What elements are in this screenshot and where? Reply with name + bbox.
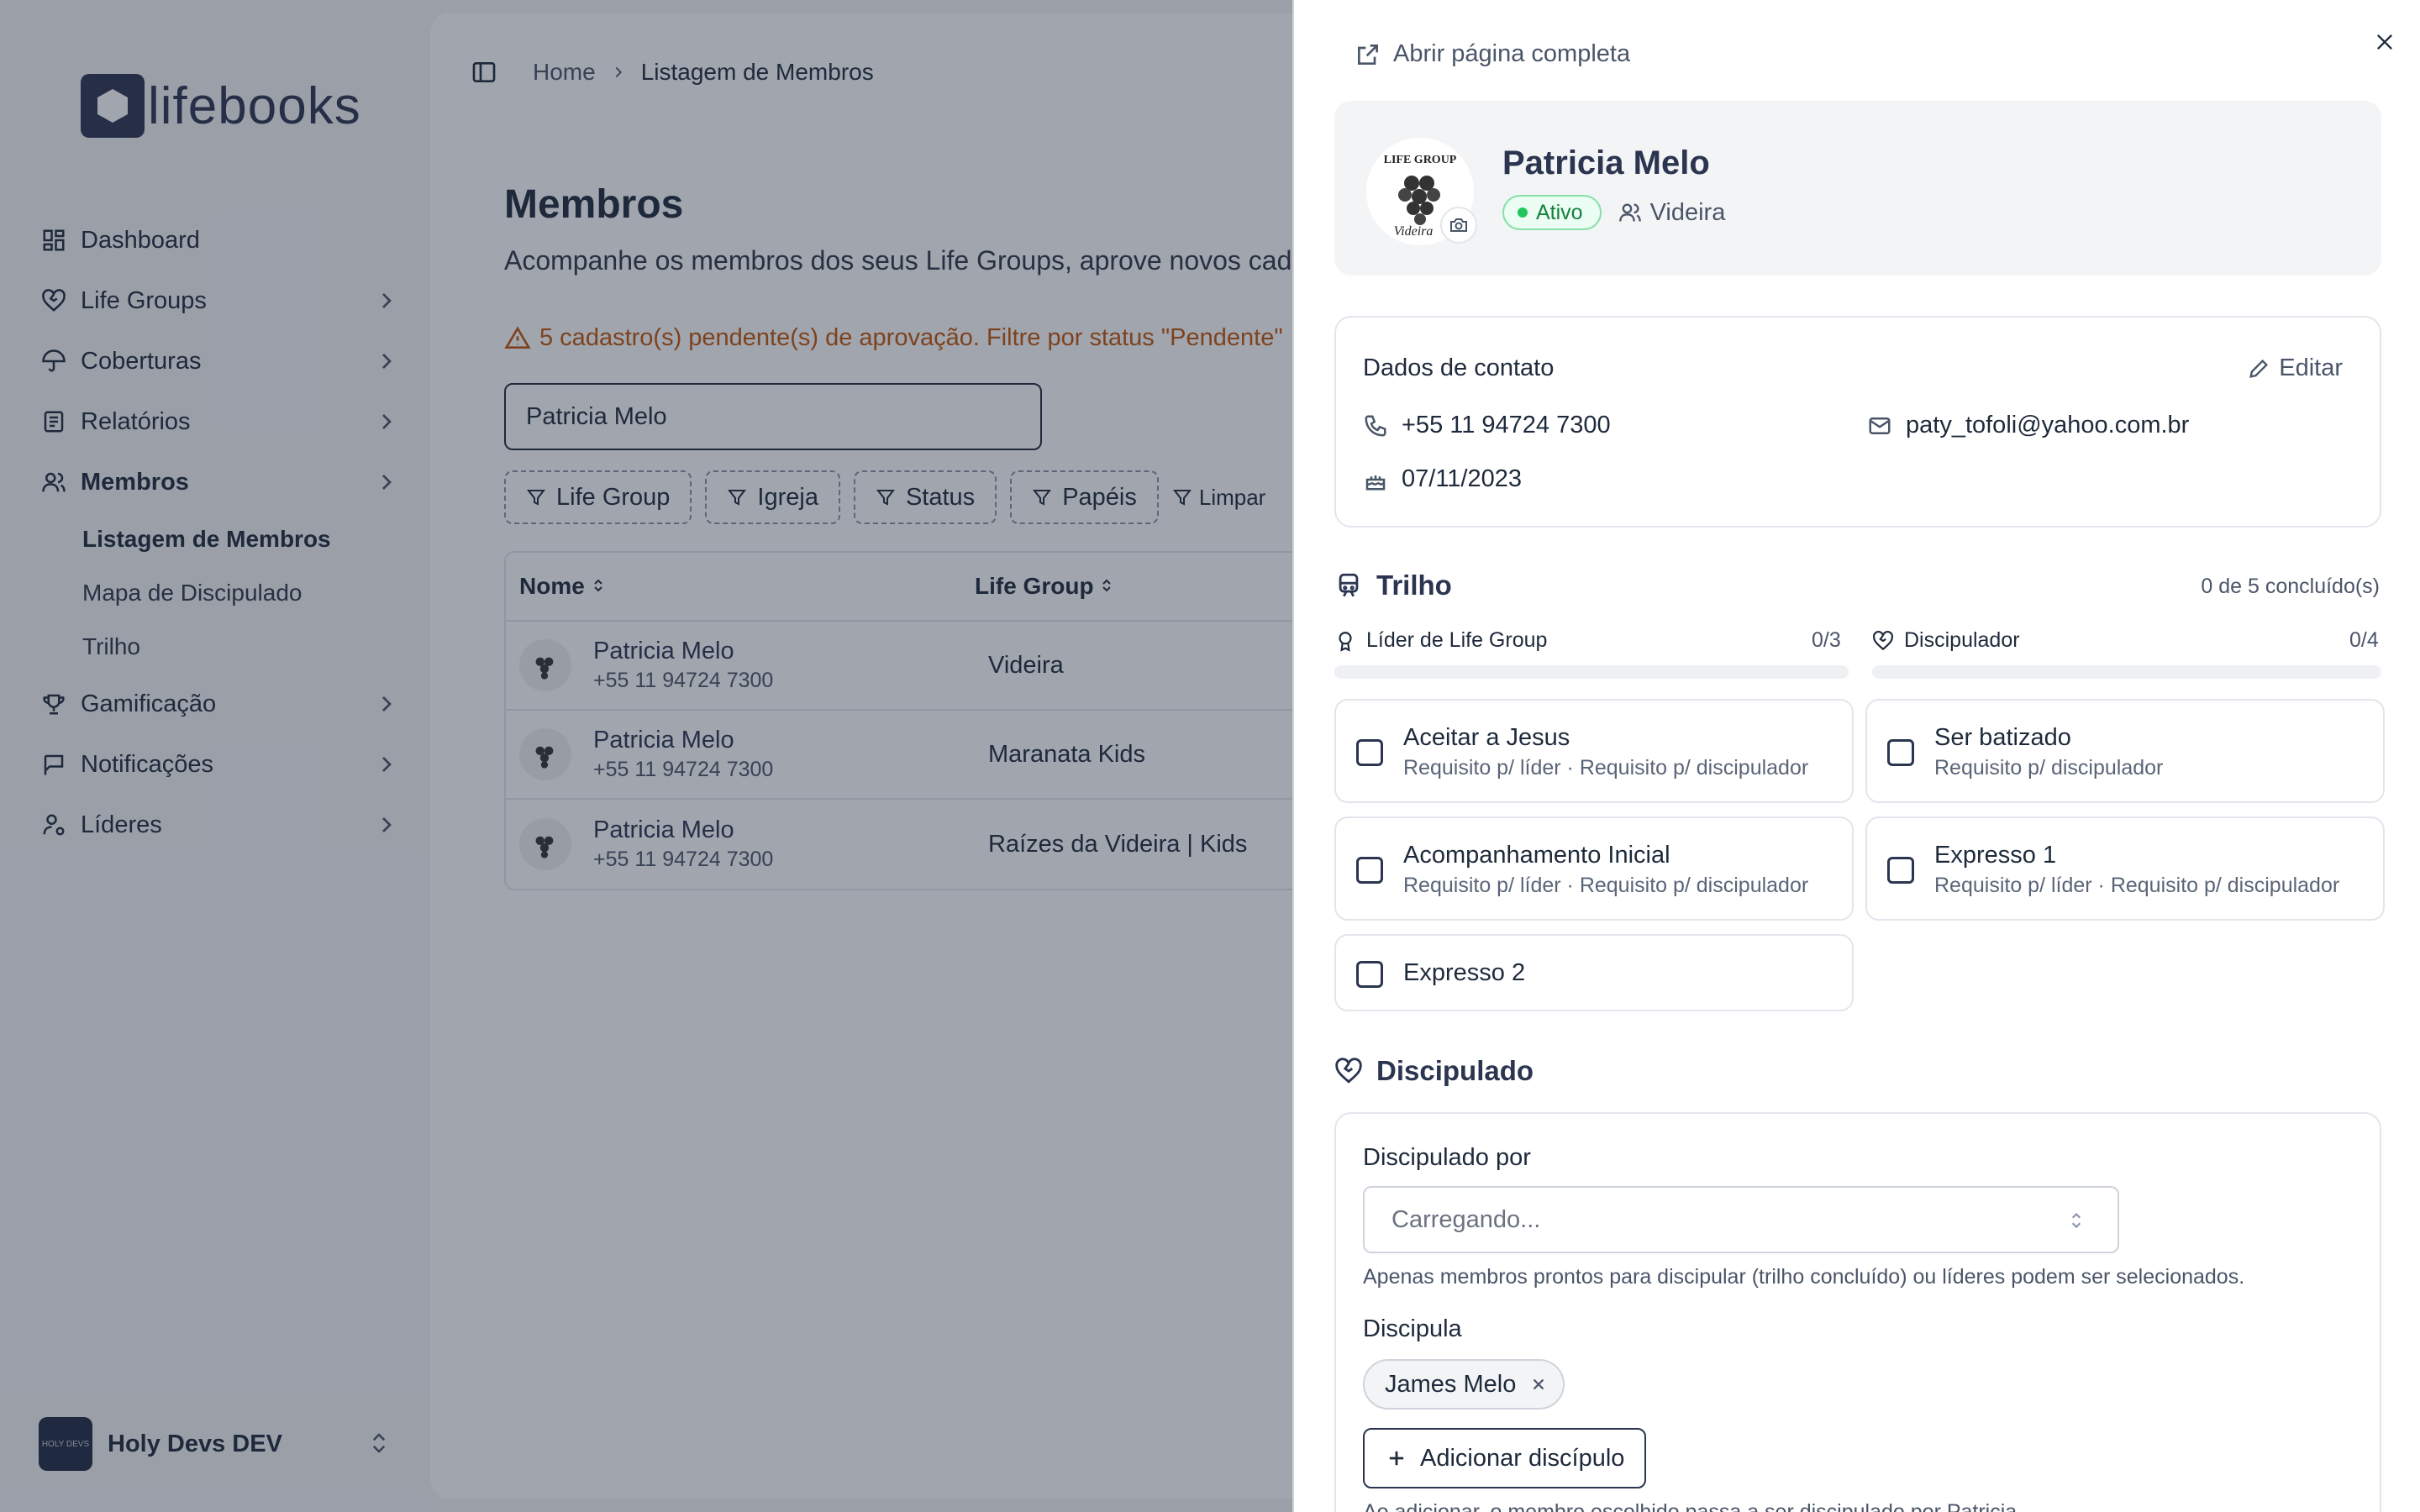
discipleship-section-title: Discipulado xyxy=(1334,1055,1534,1087)
step-title: Ser batizado xyxy=(1934,724,2071,751)
progress-discipler-label: Discipulador xyxy=(1872,628,2020,653)
step-checkbox[interactable] xyxy=(1887,857,1914,884)
profile-group: Videira xyxy=(1618,198,1726,227)
member-detail-drawer: Abrir página completa LIFE GROUP Videira… xyxy=(1292,0,2420,1512)
avatar-bottom-text: Videira xyxy=(1394,224,1434,239)
profile-group-name: Videira xyxy=(1649,198,1726,226)
contact-card-title: Dados de contato xyxy=(1363,354,1555,381)
contact-email[interactable]: paty_tofoli@yahoo.com.br xyxy=(1867,412,2189,439)
profile-card: LIFE GROUP Videira Patricia Melo Ativo V… xyxy=(1334,101,2381,276)
external-link-icon xyxy=(1358,44,1378,65)
discipled-by-label: Discipulado por xyxy=(1363,1144,1531,1171)
close-button[interactable] xyxy=(2368,25,2402,59)
remove-icon[interactable] xyxy=(1529,1375,1548,1394)
heart-handshake-icon xyxy=(1873,630,1893,650)
disciple-chip: James Melo xyxy=(1363,1359,1565,1410)
avatar-top-text: LIFE GROUP xyxy=(1384,154,1457,166)
pencil-icon xyxy=(2249,359,2269,378)
discipled-by-hint: Apenas membros prontos para discipular (… xyxy=(1363,1265,2245,1289)
step-checkbox[interactable] xyxy=(1356,739,1383,766)
progress-leader-value: 0/3 xyxy=(1812,628,1841,652)
status-dot xyxy=(1518,207,1528,218)
progress-leader-label: Líder de Life Group xyxy=(1334,628,1547,653)
add-disciple-note: Ao adicionar, o membro escolhido passa a… xyxy=(1363,1500,2023,1512)
discipled-by-select[interactable]: Carregando... xyxy=(1363,1186,2119,1253)
select-placeholder: Carregando... xyxy=(1392,1205,1541,1233)
track-step-acompanhamento-inicial[interactable]: Acompanhamento Inicial Requisito p/ líde… xyxy=(1334,816,1854,921)
step-checkbox[interactable] xyxy=(1356,857,1383,884)
contact-phone-value: +55 11 94724 7300 xyxy=(1402,412,1611,438)
track-step-ser-batizado[interactable]: Ser batizado Requisito p/ discipulador xyxy=(1865,699,2385,803)
contact-birthday: 07/11/2023 xyxy=(1363,465,1522,493)
discipleship-card: Discipulado por Carregando... Apenas mem… xyxy=(1334,1112,2381,1512)
step-subtitle: Requisito p/ líder · Requisito p/ discip… xyxy=(1403,756,1809,780)
progress-leader-bar xyxy=(1334,665,1849,679)
plus-icon xyxy=(1389,1451,1404,1466)
step-title: Expresso 1 xyxy=(1934,842,2057,869)
contact-birthday-value: 07/11/2023 xyxy=(1402,465,1522,492)
open-full-page-link[interactable]: Abrir página completa xyxy=(1355,40,1630,68)
step-title: Expresso 2 xyxy=(1403,959,1526,986)
heart-handshake-icon xyxy=(1335,1058,1362,1084)
discipleship-title: Discipulado xyxy=(1376,1055,1534,1086)
progress-discipler-bar xyxy=(1872,665,2381,679)
step-subtitle: Requisito p/ líder · Requisito p/ discip… xyxy=(1403,874,1809,897)
track-title: Trilho xyxy=(1376,570,1452,601)
disciples-label: Discipula xyxy=(1363,1315,1462,1342)
profile-meta: Ativo Videira xyxy=(1502,195,1725,230)
progress-label-text: Líder de Life Group xyxy=(1366,628,1548,652)
award-icon xyxy=(1339,631,1352,652)
status-badge: Ativo xyxy=(1502,195,1602,230)
chevrons-up-down-icon xyxy=(2071,1212,2081,1229)
track-step-expresso-1[interactable]: Expresso 1 Requisito p/ líder · Requisit… xyxy=(1865,816,2385,921)
phone-icon xyxy=(1365,415,1386,437)
mail-icon xyxy=(1869,417,1891,434)
track-section-title: Trilho xyxy=(1334,570,1452,601)
progress-label-text: Discipulador xyxy=(1904,628,2020,652)
track-step-aceitar-a-jesus[interactable]: Aceitar a Jesus Requisito p/ líder · Req… xyxy=(1334,699,1854,803)
cake-icon xyxy=(1365,475,1386,490)
track-summary: 0 de 5 concluído(s) xyxy=(2201,575,2380,598)
step-subtitle: Requisito p/ discipulador xyxy=(1934,756,2164,780)
disciple-chip-label: James Melo xyxy=(1385,1370,1517,1398)
edit-contact-button[interactable]: Editar xyxy=(2247,354,2343,382)
camera-icon xyxy=(1450,218,1467,232)
add-disciple-button[interactable]: Adicionar discípulo xyxy=(1363,1428,1647,1488)
step-checkbox[interactable] xyxy=(1887,739,1914,766)
status-label: Ativo xyxy=(1536,200,1583,224)
edit-label: Editar xyxy=(2279,354,2343,381)
users-icon xyxy=(1618,203,1641,222)
modal-backdrop[interactable] xyxy=(0,0,1292,1512)
step-checkbox[interactable] xyxy=(1356,961,1383,988)
close-icon xyxy=(2377,34,2392,50)
progress-discipler-value: 0/4 xyxy=(2349,628,2379,652)
step-title: Aceitar a Jesus xyxy=(1403,724,1570,751)
track-step-expresso-2[interactable]: Expresso 2 xyxy=(1334,934,1854,1011)
train-icon xyxy=(1339,573,1359,597)
step-subtitle: Requisito p/ líder · Requisito p/ discip… xyxy=(1934,874,2340,897)
profile-name: Patricia Melo xyxy=(1502,144,1710,181)
change-photo-button[interactable] xyxy=(1440,207,1477,244)
contact-email-value: paty_tofoli@yahoo.com.br xyxy=(1906,412,2190,438)
open-full-page-label: Abrir página completa xyxy=(1393,40,1631,67)
contact-card: Dados de contato Editar +55 11 94724 730… xyxy=(1334,316,2381,528)
add-disciple-label: Adicionar discípulo xyxy=(1420,1444,1625,1472)
contact-phone[interactable]: +55 11 94724 7300 xyxy=(1363,412,1611,439)
step-title: Acompanhamento Inicial xyxy=(1403,842,1670,869)
